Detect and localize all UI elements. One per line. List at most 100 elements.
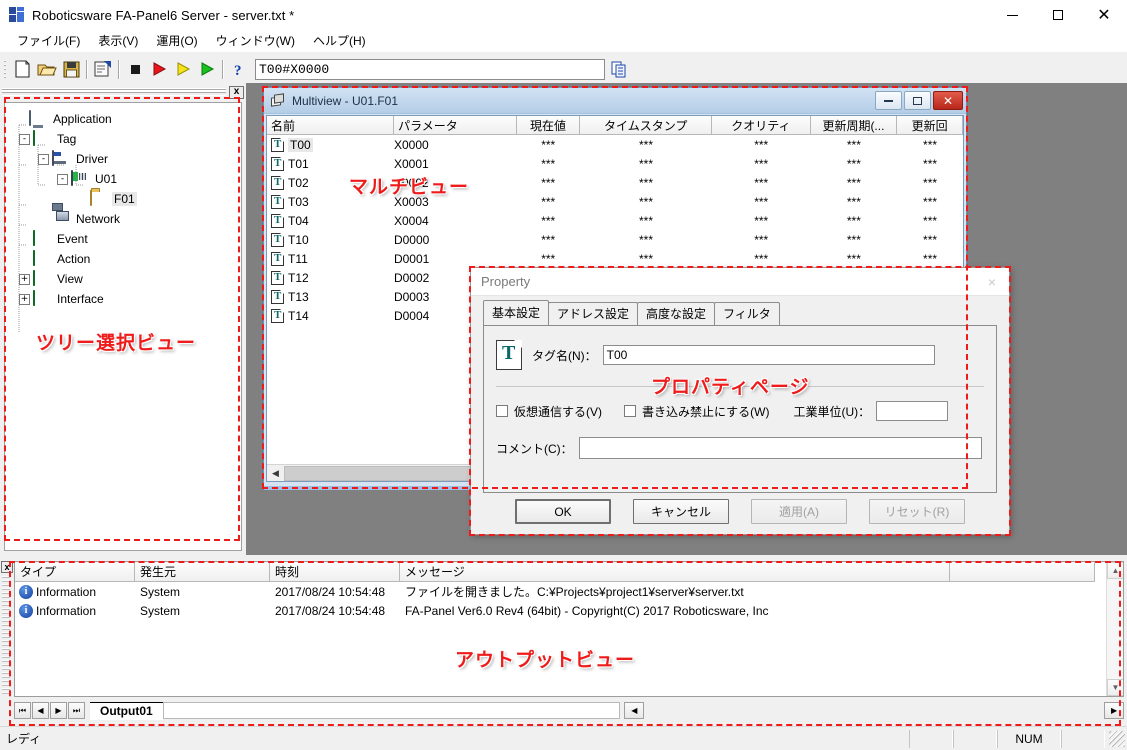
nav-first-button[interactable]: ⏮	[14, 702, 31, 719]
menu-operation[interactable]: 運用(O)	[147, 30, 206, 52]
address-input[interactable]: T00#X0000	[255, 59, 605, 80]
nav-next-button[interactable]: ▶	[50, 702, 67, 719]
output-view-list[interactable]: タイプ 発生元 時刻 メッセージ iInformation System 201…	[14, 561, 1124, 697]
tab-scroll-left-button[interactable]: ◀	[624, 702, 644, 719]
list-item[interactable]: iInformation System 2017/08/24 10:54:48 …	[15, 601, 1123, 620]
tree-node-application[interactable]: Application	[11, 109, 241, 129]
table-row[interactable]: T00 X0000 *** *** *** *** ***	[267, 135, 963, 154]
column-header-extra[interactable]	[950, 562, 1095, 582]
tree-node-driver[interactable]: - Driver	[11, 149, 241, 169]
column-header-quality[interactable]: クオリティ	[712, 116, 811, 135]
menu-view[interactable]: 表示(V)	[89, 30, 147, 52]
column-header-timestamp[interactable]: タイムスタンプ	[580, 116, 712, 135]
property-dialog-close-button[interactable]: ×	[975, 269, 1009, 295]
comment-input[interactable]	[579, 437, 982, 459]
minimize-icon	[1007, 15, 1018, 16]
tree-expander-interface[interactable]: +	[19, 294, 30, 305]
properties-icon	[94, 60, 112, 78]
statusbar: レディ NUM	[0, 726, 1127, 750]
write-protect-checkbox[interactable]	[624, 405, 636, 417]
column-header-message[interactable]: メッセージ	[400, 562, 950, 582]
tree-expander-tag[interactable]: -	[19, 134, 30, 145]
multiview-minimize-button[interactable]	[875, 91, 902, 110]
resize-grip-icon[interactable]	[1109, 731, 1125, 747]
address-input-value: T00#X0000	[259, 62, 329, 77]
property-dialog-titlebar[interactable]: Property ×	[471, 268, 1009, 296]
tree-expander-u01[interactable]: -	[57, 174, 68, 185]
nav-prev-button[interactable]: ◀	[32, 702, 49, 719]
row-count: ***	[897, 176, 963, 190]
column-header-count[interactable]: 更新回	[897, 116, 963, 135]
run-red-button[interactable]	[147, 58, 171, 81]
output-view-close-button[interactable]: x	[1, 561, 13, 573]
help-button[interactable]: ?	[227, 58, 251, 81]
toolbar-separator-2	[118, 60, 120, 79]
scroll-down-icon[interactable]: ▼	[1107, 679, 1124, 696]
tree-node-f01[interactable]: F01	[11, 189, 241, 209]
nav-last-button[interactable]: ⏭	[68, 702, 85, 719]
table-row[interactable]: T01 X0001 *** *** *** *** ***	[267, 154, 963, 173]
close-button[interactable]: ✕	[1081, 0, 1127, 30]
open-file-button[interactable]	[35, 58, 59, 81]
ok-button[interactable]: OK	[515, 499, 611, 524]
column-header-time[interactable]: 時刻	[270, 562, 400, 582]
tab-basic-settings[interactable]: 基本設定	[483, 300, 549, 325]
tree-panel-gripbar[interactable]: x	[2, 85, 244, 99]
virtual-comm-checkbox[interactable]	[496, 405, 508, 417]
tree-node-action[interactable]: Action	[11, 249, 241, 269]
unit-input[interactable]	[876, 401, 948, 421]
new-file-button[interactable]	[11, 58, 35, 81]
output-view-vertical-scrollbar[interactable]: ▲ ▼	[1106, 562, 1123, 696]
menu-file[interactable]: ファイル(F)	[8, 30, 89, 52]
column-header-cycle[interactable]: 更新周期(...	[811, 116, 897, 135]
table-row[interactable]: T10 D0000 *** *** *** *** ***	[267, 230, 963, 249]
tree-expander-view[interactable]: +	[19, 274, 30, 285]
tag-large-icon	[496, 340, 522, 370]
table-row[interactable]: T04 X0004 *** *** *** *** ***	[267, 211, 963, 230]
tree-node-network[interactable]: Network	[11, 209, 241, 229]
run-yellow-button[interactable]	[171, 58, 195, 81]
run-green-button[interactable]	[195, 58, 219, 81]
tree-node-tag[interactable]: - Tag	[11, 129, 241, 149]
column-header-source[interactable]: 発生元	[135, 562, 270, 582]
tree-node-view[interactable]: + View	[11, 269, 241, 289]
reset-button[interactable]: リセット(R)	[869, 499, 965, 524]
multiview-titlebar[interactable]: Multiview - U01.F01 ✕	[264, 88, 966, 114]
column-header-name[interactable]: 名前	[267, 116, 394, 135]
toolbar-grip[interactable]	[2, 58, 8, 80]
stop-button[interactable]	[123, 58, 147, 81]
tab-address-settings[interactable]: アドレス設定	[548, 302, 638, 325]
multiview-close-button[interactable]: ✕	[933, 91, 963, 110]
column-header-type[interactable]: タイプ	[15, 562, 135, 582]
row-timestamp: ***	[580, 195, 712, 209]
column-header-parameter[interactable]: パラメータ	[394, 116, 516, 135]
maximize-button[interactable]	[1035, 0, 1081, 30]
output-view-grip[interactable]	[2, 576, 10, 696]
save-file-button[interactable]	[59, 58, 83, 81]
column-header-value[interactable]: 現在値	[517, 116, 581, 135]
sheet-tab-output01[interactable]: Output01	[90, 702, 163, 720]
properties-button[interactable]	[91, 58, 115, 81]
minimize-button[interactable]	[989, 0, 1035, 30]
tree-panel-close-button[interactable]: x	[229, 86, 244, 99]
table-row[interactable]: T11 D0001 *** *** *** *** ***	[267, 249, 963, 268]
scroll-left-icon[interactable]: ◀	[267, 465, 284, 482]
tag-name-input[interactable]: T00	[603, 345, 935, 365]
scroll-up-icon[interactable]: ▲	[1107, 562, 1124, 579]
multiview-maximize-button[interactable]	[904, 91, 931, 110]
copy-button[interactable]	[607, 58, 631, 81]
list-item[interactable]: iInformation System 2017/08/24 10:54:48 …	[15, 582, 1123, 601]
tree-view[interactable]: Application - Tag - Driver - U01	[4, 102, 242, 551]
menu-help[interactable]: ヘルプ(H)	[304, 30, 375, 52]
tree-node-u01[interactable]: - U01	[11, 169, 241, 189]
cancel-button[interactable]: キャンセル	[633, 499, 729, 524]
apply-button[interactable]: 適用(A)	[751, 499, 847, 524]
tab-advanced-settings[interactable]: 高度な設定	[637, 302, 715, 325]
open-file-icon	[37, 61, 57, 78]
tab-scroll-right-button[interactable]: ▶	[1104, 702, 1124, 719]
tree-node-interface[interactable]: + Interface	[11, 289, 241, 309]
tree-node-event[interactable]: Event	[11, 229, 241, 249]
tree-expander-driver[interactable]: -	[38, 154, 49, 165]
menu-window[interactable]: ウィンドウ(W)	[207, 30, 304, 52]
tab-filter[interactable]: フィルタ	[714, 302, 780, 325]
